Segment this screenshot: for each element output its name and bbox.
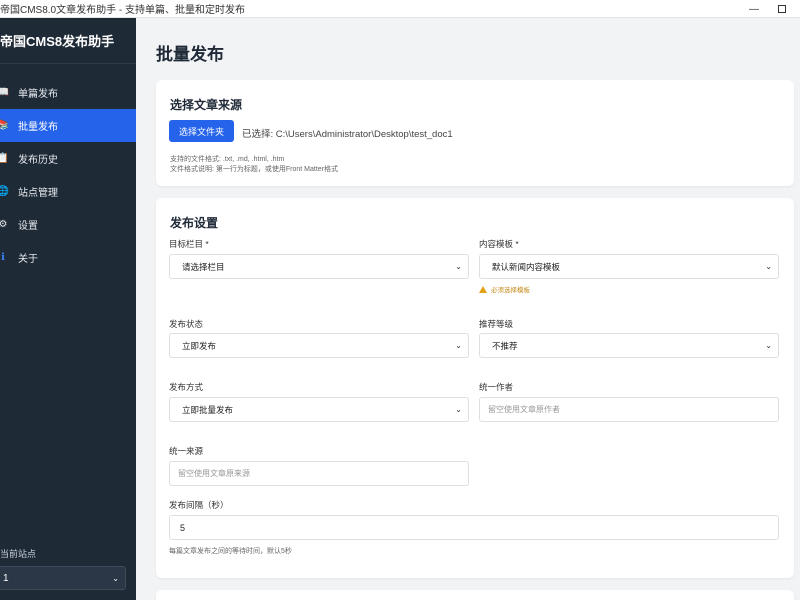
- status-select[interactable]: 立即发布 ⌄: [169, 333, 469, 358]
- chevron-down-icon: ⌄: [765, 262, 772, 271]
- template-value: 默认新闻内容模板: [492, 261, 561, 272]
- sidebar-item-label: 关于: [18, 254, 38, 265]
- format-description-note: 文件格式说明: 第一行为标题，或使用Front Matter格式: [170, 166, 339, 173]
- mode-value: 立即批量发布: [182, 404, 234, 415]
- author-input[interactable]: 留空使用文章原作者: [479, 397, 779, 422]
- target-column-value: 请选择栏目: [182, 261, 225, 272]
- warning-icon: [479, 285, 487, 293]
- mode-select[interactable]: 立即批量发布 ⌄: [169, 397, 469, 422]
- maximize-button[interactable]: [768, 0, 796, 18]
- source-card: 选择文章来源 选择文件夹 已选择: C:\Users\Administrator…: [156, 80, 794, 186]
- source-card-title: 选择文章来源: [170, 98, 243, 112]
- recommend-select[interactable]: 不推荐 ⌄: [479, 333, 779, 358]
- source-input[interactable]: 留空使用文章原来源: [169, 461, 469, 486]
- sidebar-item-single-publish[interactable]: 📖 单篇发布: [0, 76, 136, 109]
- sidebar: 帝国CMS8发布助手 📖 单篇发布 📚 批量发布 📋 发布历史 🌐 站点管理 ⚙…: [0, 18, 136, 600]
- book-icon: 📖: [0, 87, 10, 98]
- sidebar-item-sites[interactable]: 🌐 站点管理: [0, 175, 136, 208]
- template-label: 内容模板 *: [479, 239, 519, 249]
- sidebar-item-history[interactable]: 📋 发布历史: [0, 142, 136, 175]
- source-label: 统一来源: [169, 446, 204, 456]
- books-icon: 📚: [0, 120, 10, 131]
- chevron-down-icon: ⌄: [455, 405, 462, 414]
- chevron-down-icon: ⌄: [112, 573, 119, 583]
- sidebar-item-about[interactable]: ℹ 关于: [0, 241, 136, 274]
- site-select[interactable]: 1 ⌄: [0, 566, 126, 590]
- recommend-value: 不推荐: [492, 340, 518, 351]
- sidebar-item-label: 站点管理: [18, 188, 58, 199]
- sidebar-item-label: 设置: [18, 221, 38, 232]
- sidebar-item-batch-publish[interactable]: 📚 批量发布: [0, 109, 136, 142]
- sidebar-nav: 📖 单篇发布 📚 批量发布 📋 发布历史 🌐 站点管理 ⚙ 设置 ℹ 关于: [0, 76, 136, 274]
- choose-folder-button[interactable]: 选择文件夹: [169, 120, 234, 142]
- interval-note: 每篇文章发布之间的等待时间，默认5秒: [169, 548, 292, 555]
- gear-icon: ⚙: [0, 219, 8, 230]
- sidebar-item-settings[interactable]: ⚙ 设置: [0, 208, 136, 241]
- app-brand: 帝国CMS8发布助手: [0, 18, 136, 64]
- mode-label: 发布方式: [169, 382, 204, 392]
- interval-label: 发布间隔（秒）: [169, 500, 229, 510]
- info-icon: ℹ: [1, 252, 5, 263]
- template-warning-text: 必须选择模板: [491, 287, 530, 294]
- template-select[interactable]: 默认新闻内容模板 ⌄: [479, 254, 779, 279]
- site-switcher: 当前站点 1 ⌄: [0, 547, 136, 600]
- interval-input[interactable]: 5: [169, 515, 779, 540]
- window-title: 帝国CMS8.0文章发布助手 - 支持单篇、批量和定时发布: [0, 5, 246, 16]
- status-label: 发布状态: [169, 319, 204, 329]
- main-content: 批量发布 选择文章来源 选择文件夹 已选择: C:\Users\Administ…: [136, 18, 800, 600]
- clipboard-icon: 📋: [0, 153, 10, 164]
- chevron-down-icon: ⌄: [455, 262, 462, 271]
- status-value: 立即发布: [182, 340, 217, 351]
- sidebar-item-label: 发布历史: [18, 155, 58, 166]
- author-label: 统一作者: [479, 382, 514, 392]
- target-column-label: 目标栏目 *: [169, 239, 209, 249]
- globe-icon: 🌐: [0, 186, 10, 197]
- next-card: [156, 590, 794, 600]
- settings-card-title: 发布设置: [170, 216, 219, 230]
- window-titlebar: 帝国CMS8.0文章发布助手 - 支持单篇、批量和定时发布 —: [0, 0, 800, 18]
- chevron-down-icon: ⌄: [765, 341, 772, 350]
- site-select-value: 1: [3, 572, 9, 584]
- chevron-down-icon: ⌄: [455, 341, 462, 350]
- site-label: 当前站点: [0, 549, 37, 559]
- sidebar-item-label: 单篇发布: [18, 89, 58, 100]
- template-warning: 必须选择模板: [479, 284, 530, 294]
- recommend-label: 推荐等级: [479, 319, 514, 329]
- minimize-button[interactable]: —: [740, 0, 768, 18]
- settings-card: 发布设置 目标栏目 * 请选择栏目 ⌄ 内容模板 * 默认新闻内容模板 ⌄ 必须…: [156, 198, 794, 578]
- selected-path: 已选择: C:\Users\Administrator\Desktop\test…: [242, 129, 453, 140]
- target-column-select[interactable]: 请选择栏目 ⌄: [169, 254, 469, 279]
- sidebar-item-label: 批量发布: [18, 122, 58, 133]
- page-title: 批量发布: [156, 45, 224, 64]
- maximize-icon: [778, 5, 786, 13]
- supported-formats-note: 支持的文件格式: .txt, .md, .html, .htm: [170, 156, 285, 163]
